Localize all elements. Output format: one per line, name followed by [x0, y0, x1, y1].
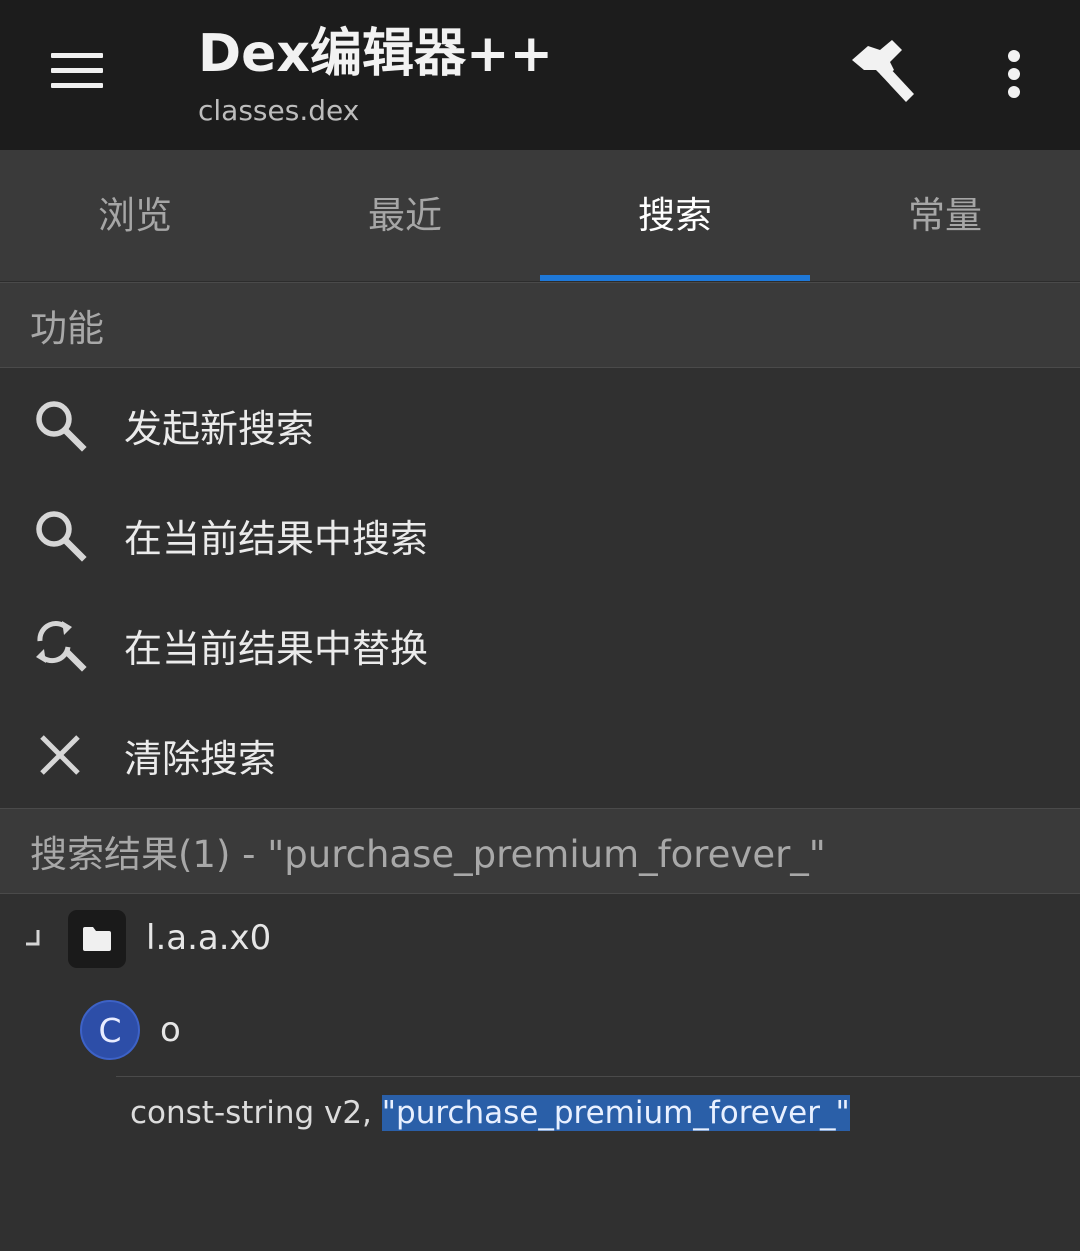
- new-search-label: 发起新搜索: [124, 406, 315, 451]
- replace-in-results-item[interactable]: 在当前结果中替换: [0, 590, 1080, 700]
- search-icon: [36, 401, 87, 452]
- search-in-results-item[interactable]: 在当前结果中搜索: [0, 480, 1080, 590]
- package-name[interactable]: l.a.a.x0: [146, 918, 271, 958]
- tab-recent[interactable]: 最近: [270, 150, 540, 281]
- more-vert-icon[interactable]: [990, 46, 1038, 102]
- clear-search-label: 清除搜索: [124, 736, 277, 781]
- new-search-item[interactable]: 发起新搜索: [0, 370, 1080, 480]
- close-icon: [40, 735, 80, 775]
- search-result-line[interactable]: const-string v2, "purchase_premium_forev…: [130, 1090, 850, 1136]
- app-title: Dex编辑器++: [198, 24, 554, 84]
- class-badge: C: [80, 1000, 140, 1060]
- functions-header: 功能: [0, 282, 1080, 368]
- tab-search[interactable]: 搜索: [540, 150, 810, 281]
- results-header: 搜索结果(1) - "purchase_premium_forever_": [0, 808, 1080, 894]
- hammer-icon[interactable]: [846, 40, 918, 106]
- search-in-results-label: 在当前结果中搜索: [124, 516, 429, 561]
- tab-constants[interactable]: 常量: [810, 150, 1080, 281]
- package-folder[interactable]: [68, 910, 126, 968]
- folder-icon: [83, 927, 111, 951]
- file-subtitle: classes.dex: [198, 94, 360, 127]
- clear-search-item[interactable]: 清除搜索: [0, 700, 1080, 810]
- tree-elbow-icon: [26, 930, 40, 946]
- code-match: "purchase_premium_forever_": [381, 1095, 850, 1131]
- replace-in-results-label: 在当前结果中替换: [124, 626, 429, 671]
- tab-browse[interactable]: 浏览: [0, 150, 270, 281]
- app-bar: Dex编辑器++ classes.dex: [0, 0, 1080, 150]
- result-divider: [116, 1076, 1080, 1077]
- class-name[interactable]: o: [160, 1010, 181, 1050]
- find-replace-icon: [36, 621, 87, 672]
- tab-bar: 浏览 最近 搜索 常量: [0, 150, 1080, 282]
- code-prefix: const-string v2,: [130, 1095, 382, 1131]
- search-icon: [36, 511, 87, 562]
- menu-icon[interactable]: [40, 40, 114, 100]
